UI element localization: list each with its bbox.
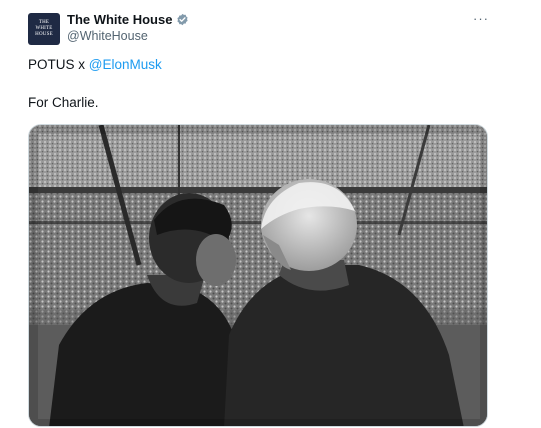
display-name[interactable]: The White House [67, 12, 172, 27]
handle[interactable]: @WhiteHouse [67, 29, 148, 43]
verified-badge-icon[interactable] [176, 13, 189, 26]
author-name-row[interactable]: The White House [67, 12, 189, 27]
avatar[interactable]: THE WHITE HOUSE [28, 13, 60, 45]
tweet-card[interactable]: THE WHITE HOUSE The White House @WhiteHo… [0, 0, 541, 428]
post-text-line-2: For Charlie. [28, 95, 99, 110]
avatar-line-3: HOUSE [35, 32, 53, 37]
more-options-icon[interactable]: ··· [472, 11, 490, 26]
post-photo[interactable] [28, 124, 488, 427]
post-text-prefix: POTUS x [28, 57, 89, 72]
mention-link[interactable]: @ElonMusk [89, 57, 162, 72]
post-text-line-1: POTUS x @ElonMusk [28, 57, 162, 72]
photo-image [29, 125, 487, 426]
